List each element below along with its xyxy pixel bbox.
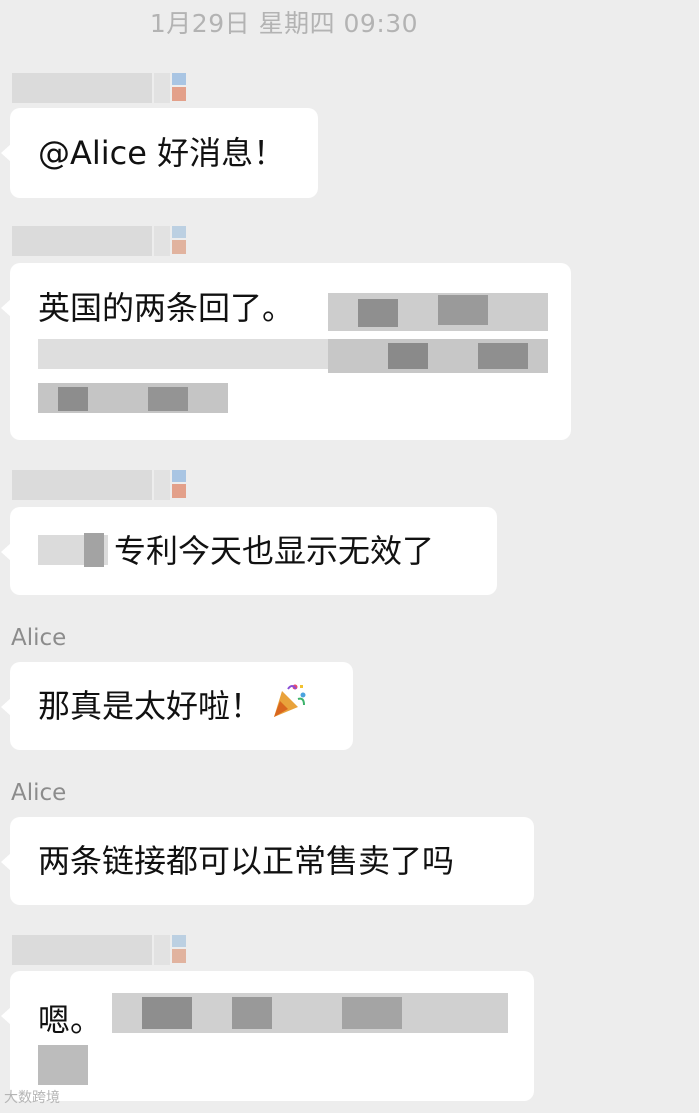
message-text: 那真是太好啦！ bbox=[38, 687, 263, 725]
redacted-text-blur bbox=[38, 529, 112, 569]
sender-name-blurred bbox=[12, 935, 188, 965]
message-text: 嗯。 bbox=[38, 1001, 103, 1039]
message-text: 专利今天也显示无效了 bbox=[114, 532, 435, 570]
message-text: 英国的两条回了。 bbox=[38, 289, 295, 327]
message-bubble[interactable]: @Alice 好消息！ bbox=[1, 108, 318, 198]
party-popper-icon bbox=[270, 681, 308, 735]
message-bubble[interactable]: 专利今天也显示无效了 bbox=[1, 507, 497, 595]
sender-name-blurred bbox=[12, 226, 188, 256]
redacted-text-blur bbox=[38, 339, 338, 419]
sender-name-blurred bbox=[12, 73, 188, 103]
message-bubble[interactable]: 嗯。 bbox=[1, 971, 534, 1101]
message-text: 两条链接都可以正常售卖了吗 bbox=[38, 842, 455, 880]
sender-name: Alice bbox=[11, 780, 67, 806]
message-text: @Alice 好消息！ bbox=[38, 134, 286, 172]
chat-timestamp: 1月29日 星期四 09:30 bbox=[149, 9, 419, 38]
message-bubble[interactable]: 两条链接都可以正常售卖了吗 bbox=[1, 817, 534, 905]
redacted-text-blur bbox=[328, 281, 550, 421]
sender-name-blurred bbox=[12, 470, 188, 500]
message-bubble[interactable]: 那真是太好啦！ bbox=[1, 662, 353, 750]
redacted-text-blur bbox=[38, 989, 512, 1089]
watermark: 大数跨境 bbox=[4, 1090, 60, 1106]
message-bubble[interactable]: 英国的两条回了。 bbox=[1, 263, 571, 440]
sender-name: Alice bbox=[11, 625, 67, 651]
